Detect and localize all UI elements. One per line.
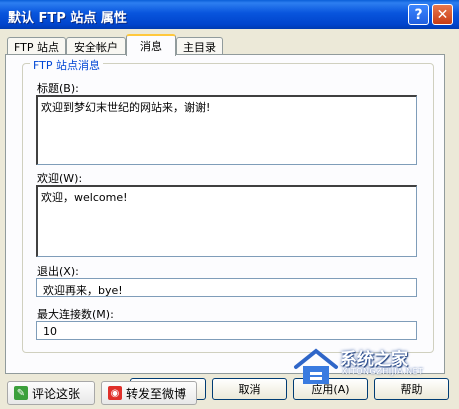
weibo-icon: ◉ bbox=[108, 386, 122, 400]
welcome-label: 欢迎(W): bbox=[37, 172, 83, 185]
tab-label: 消息 bbox=[140, 40, 162, 53]
cancel-button[interactable]: 取消 bbox=[212, 378, 287, 400]
welcome-textarea[interactable]: 欢迎，welcome! bbox=[36, 185, 417, 257]
tab-home-directory[interactable]: 主目录 bbox=[176, 37, 223, 55]
exit-message-input[interactable]: 欢迎再来，bye! bbox=[36, 278, 417, 297]
watermark: 系统之家 XITONGZHIJIA.NET bbox=[292, 343, 459, 393]
tab-ftp-site[interactable]: FTP 站点 bbox=[7, 37, 66, 55]
exit-label: 退出(X): bbox=[37, 265, 79, 278]
tab-label: 安全帐户 bbox=[74, 40, 118, 54]
group-legend: FTP 站点消息 bbox=[30, 57, 103, 73]
tab-messages[interactable]: 消息 bbox=[126, 34, 176, 56]
banner-textarea[interactable]: 欢迎到梦幻末世纪的网站来，谢谢! bbox=[36, 95, 417, 165]
share-weibo-button[interactable]: ◉ 转发至微博 bbox=[101, 381, 197, 405]
tab-label: 主目录 bbox=[183, 40, 216, 54]
comment-icon: ✎ bbox=[14, 386, 28, 400]
max-connections-label: 最大连接数(M): bbox=[37, 308, 114, 321]
close-icon: ✕ bbox=[436, 6, 449, 23]
share-label: 转发至微博 bbox=[126, 386, 187, 401]
question-icon: ? bbox=[414, 6, 423, 23]
close-button[interactable]: ✕ bbox=[432, 4, 453, 25]
comment-label: 评论这张 bbox=[32, 386, 81, 401]
help-title-button[interactable]: ? bbox=[408, 4, 429, 25]
tab-security-accounts[interactable]: 安全帐户 bbox=[66, 37, 126, 55]
comment-button[interactable]: ✎ 评论这张 bbox=[7, 381, 95, 405]
title-bar: 默认 FTP 站点 属性 ? ✕ bbox=[0, 0, 459, 29]
house-logo-icon bbox=[294, 348, 338, 384]
max-connections-input[interactable]: 10 bbox=[36, 321, 417, 340]
tab-label: FTP 站点 bbox=[14, 40, 59, 54]
window-title: 默认 FTP 站点 属性 bbox=[8, 11, 127, 26]
cancel-label: 取消 bbox=[238, 383, 261, 396]
banner-label: 标题(B): bbox=[37, 82, 79, 95]
watermark-domain: XITONGZHIJIA.NET bbox=[342, 367, 424, 376]
